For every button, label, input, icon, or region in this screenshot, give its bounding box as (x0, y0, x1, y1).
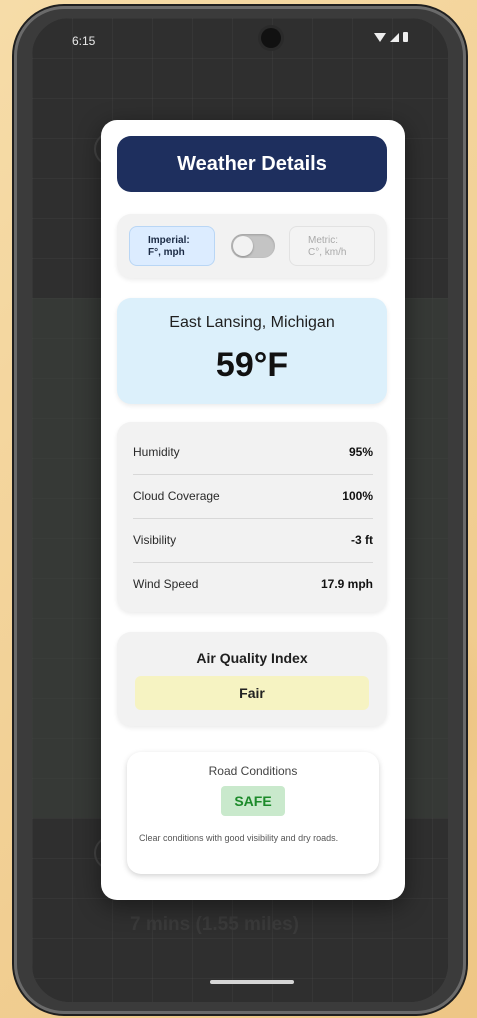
road-conditions-title: Road Conditions (208, 764, 298, 778)
stat-row-cloud-coverage: Cloud Coverage 100% (133, 474, 373, 519)
aqi-value-badge: Fair (135, 676, 369, 710)
metric-label-line2: C°, km/h (308, 247, 347, 258)
wifi-icon (374, 32, 386, 42)
location-name: East Lansing, Michigan (169, 314, 335, 331)
status-icons (374, 32, 408, 42)
weather-stats-card: Humidity 95% Cloud Coverage 100% Visibil… (117, 422, 387, 612)
road-conditions-description: Clear conditions with good visibility an… (139, 833, 339, 843)
stat-label: Humidity (133, 445, 180, 459)
stat-label: Wind Speed (133, 577, 199, 591)
front-camera (261, 28, 281, 48)
unit-toggle-switch[interactable] (231, 234, 275, 258)
background-eta: 7 mins (1.55 miles) (130, 914, 299, 935)
unit-toggle-card: Imperial: F°, mph Metric: C°, km/h (117, 214, 387, 278)
stat-value: 95% (348, 445, 373, 459)
battery-icon (403, 32, 408, 42)
gesture-nav-handle[interactable] (210, 980, 294, 984)
modal-title: Weather Details (117, 136, 387, 192)
stat-label: Visibility (133, 533, 177, 547)
stat-value: 17.9 mph (320, 577, 373, 591)
stat-value: 100% (342, 489, 373, 503)
status-bar: 6:15 (32, 18, 448, 62)
air-quality-card: Air Quality Index Fair (117, 632, 387, 726)
aqi-title: Air Quality Index (196, 650, 308, 666)
metric-label-line1: Metric: (308, 235, 338, 246)
signal-icon (390, 32, 399, 42)
imperial-unit-button[interactable]: Imperial: F°, mph (129, 226, 215, 266)
location-card: East Lansing, Michigan 59°F (117, 298, 387, 404)
metric-unit-button[interactable]: Metric: C°, km/h (289, 226, 375, 266)
road-conditions-card: Road Conditions SAFE Clear conditions wi… (127, 752, 379, 874)
status-time: 6:15 (72, 34, 96, 48)
toggle-knob (233, 236, 253, 256)
stat-row-humidity: Humidity 95% (133, 430, 373, 475)
road-status-badge: SAFE (221, 786, 285, 816)
stat-value: -3 ft (351, 533, 373, 547)
weather-details-modal: Weather Details Imperial: F°, mph Metric… (101, 120, 405, 900)
imperial-label-line1: Imperial: (148, 235, 190, 246)
stat-label: Cloud Coverage (133, 489, 220, 503)
imperial-label-line2: F°, mph (148, 247, 185, 258)
stat-row-wind-speed: Wind Speed 17.9 mph (133, 562, 373, 606)
stat-row-visibility: Visibility -3 ft (133, 518, 373, 563)
temperature-value: 59°F (215, 346, 289, 384)
